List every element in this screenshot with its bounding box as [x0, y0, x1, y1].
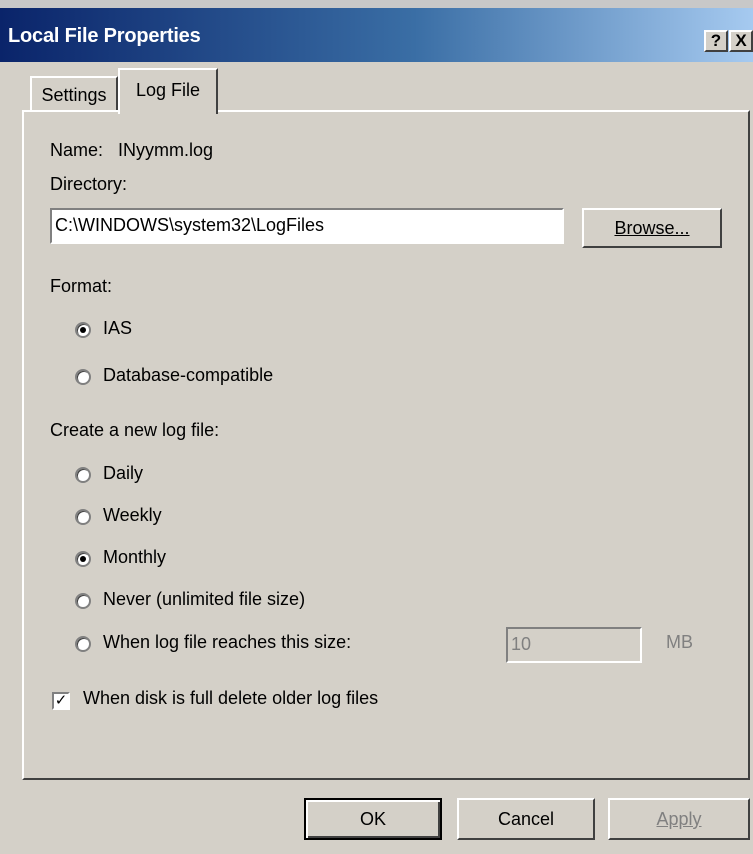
tab-settings[interactable]: Settings — [30, 76, 118, 112]
radio-ias[interactable] — [75, 322, 91, 338]
window-top-edge — [0, 0, 753, 8]
radio-database-compatible-label[interactable]: Database-compatible — [103, 365, 273, 386]
name-label: Name: — [50, 140, 104, 160]
radio-weekly[interactable] — [75, 509, 91, 525]
radio-selected-dot — [80, 556, 86, 562]
ok-button[interactable]: OK — [304, 798, 442, 840]
new-log-label: Create a new log file: — [50, 420, 220, 440]
browse-button[interactable]: Browse... — [582, 208, 722, 248]
cancel-button[interactable]: Cancel — [457, 798, 595, 840]
radio-monthly-label[interactable]: Monthly — [103, 547, 166, 568]
radio-daily-label[interactable]: Daily — [103, 463, 143, 484]
close-button[interactable]: X — [729, 30, 753, 52]
radio-monthly[interactable] — [75, 551, 91, 567]
delete-older-checkbox[interactable]: ✓ — [52, 692, 70, 710]
delete-older-label[interactable]: When disk is full delete older log files — [83, 688, 378, 709]
size-limit-input[interactable]: 10 — [506, 627, 642, 663]
tab-log-file[interactable]: Log File — [118, 68, 218, 114]
help-button[interactable]: ? — [704, 30, 728, 52]
radio-never[interactable] — [75, 593, 91, 609]
radio-database-compatible[interactable] — [75, 369, 91, 385]
size-unit-label: MB — [666, 632, 693, 652]
radio-size-limit[interactable] — [75, 636, 91, 652]
radio-size-limit-label[interactable]: When log file reaches this size: — [103, 632, 351, 653]
radio-daily[interactable] — [75, 467, 91, 483]
directory-input[interactable]: C:\WINDOWS\system32\LogFiles — [50, 208, 564, 244]
name-value: INyymm.log — [118, 140, 214, 160]
radio-ias-label[interactable]: IAS — [103, 318, 132, 339]
radio-selected-dot — [80, 327, 86, 333]
title-bar[interactable]: Local File Properties ? X — [0, 8, 753, 62]
directory-label: Directory: — [50, 174, 128, 194]
radio-never-label[interactable]: Never (unlimited file size) — [103, 589, 305, 610]
apply-button[interactable]: Apply — [608, 798, 750, 840]
radio-weekly-label[interactable]: Weekly — [103, 505, 162, 526]
window-title: Local File Properties — [8, 25, 201, 47]
format-label: Format: — [50, 276, 113, 296]
